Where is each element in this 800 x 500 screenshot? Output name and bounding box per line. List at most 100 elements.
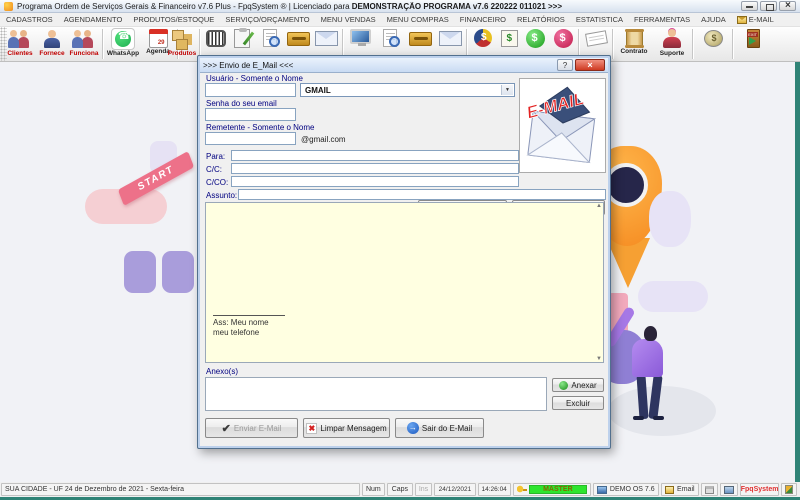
envelope-icon <box>315 31 338 46</box>
search-document-icon <box>263 29 277 47</box>
status-brand: FpqSystem <box>740 483 779 496</box>
decor-lavender-pill <box>638 281 708 312</box>
status-email[interactable]: Email <box>661 483 698 496</box>
status-user: MASTER <box>513 483 591 496</box>
toolbar-fornecedores[interactable]: Fornece <box>36 28 68 61</box>
contract-scroll-icon <box>626 29 643 48</box>
enviar-email-button[interactable]: ✔Enviar E-Mail <box>205 418 298 438</box>
menu-email[interactable]: E-MAIL <box>737 15 774 24</box>
toolbar-whatsapp[interactable]: WhatsApp <box>106 28 140 61</box>
scroll-up-icon[interactable]: ▲ <box>596 203 602 209</box>
status-location-text: SUA CIDADE - UF 24 de Dezembro de 2021 -… <box>5 486 184 493</box>
remetente-input[interactable] <box>205 132 296 145</box>
menu-financeiro[interactable]: FINANCEIRO <box>460 15 506 24</box>
decor-purple-rect <box>124 251 156 293</box>
anexar-button[interactable]: Anexar <box>552 378 604 392</box>
usuario-label: Usuário - Somente o Nome <box>206 74 303 83</box>
scroll-down-icon[interactable]: ▼ <box>596 356 602 362</box>
toolbar-separator <box>612 29 613 59</box>
check-icon: ✔ <box>222 422 231 435</box>
decor-person-head <box>644 326 657 341</box>
status-date: 24/12/2021 <box>434 483 475 496</box>
menu-cadastros[interactable]: CADASTROS <box>6 15 53 24</box>
monitor-icon <box>350 29 371 44</box>
status-num: Num <box>362 483 386 496</box>
drawer-icon <box>409 32 432 46</box>
status-user-badge: MASTER <box>529 485 587 494</box>
status-version: DEMO OS 7.6 <box>593 483 659 496</box>
menu-estatistica[interactable]: ESTATISTICA <box>576 15 623 24</box>
menu-ferramentas[interactable]: FERRAMENTAS <box>634 15 690 24</box>
status-bar: SUA CIDADE - UF 24 de Dezembro de 2021 -… <box>0 482 800 497</box>
minimize-button[interactable] <box>741 1 758 11</box>
message-scrollbar[interactable]: ▲ ▼ <box>591 203 603 362</box>
dialog-close-button[interactable]: × <box>575 59 605 71</box>
dialog-help-button[interactable]: ? <box>557 59 573 71</box>
support-person-icon <box>659 28 685 50</box>
cco-label: C/CO: <box>206 178 228 187</box>
senha-input[interactable] <box>205 108 296 121</box>
menu-bar: CADASTROS AGENDAMENTO PRODUTOS/ESTOQUE S… <box>0 13 800 27</box>
menu-relatorios[interactable]: RELATÓRIOS <box>517 15 565 24</box>
window-title-bold: DEMONSTRAÇÃO PROGRAMA v7.6 220222 011021… <box>352 2 562 11</box>
email-envelope-illustration: E-MAIL <box>520 79 605 172</box>
anexar-label: Anexar <box>571 381 596 390</box>
gmail-suffix: @gmail.com <box>301 135 346 144</box>
assunto-input[interactable] <box>238 189 606 200</box>
menu-vendas[interactable]: MENU VENDAS <box>321 15 376 24</box>
message-textarea[interactable]: Ass: Meu nome meu telefone ▲ ▼ <box>205 202 604 363</box>
toolbar-separator <box>732 29 733 59</box>
toolbar-suporte[interactable]: Suporte <box>654 28 690 61</box>
money-pie-icon <box>474 29 492 47</box>
toolbar-fornece-label: Fornece <box>36 50 68 57</box>
enviar-label: Enviar E-Mail <box>234 424 282 433</box>
email-graphic-panel: E-MAIL <box>519 78 606 173</box>
cco-input[interactable] <box>231 176 519 187</box>
signature-line1: Ass: Meu nome <box>213 318 285 328</box>
status-printer[interactable] <box>701 483 719 496</box>
window-titlebar: Programa Ordem de Serviços Gerais & Fina… <box>0 0 800 13</box>
menu-email-label: E-MAIL <box>749 15 774 24</box>
clipboard-edit-icon <box>234 29 250 48</box>
maximize-button[interactable] <box>760 1 777 11</box>
sair-email-button[interactable]: →Sair do E-Mail <box>395 418 484 438</box>
coin-icon <box>704 30 723 47</box>
toolbar-contrato[interactable]: Contrato <box>616 28 652 61</box>
toolbar-sair[interactable] <box>736 28 770 61</box>
toolbar-moedas[interactable] <box>696 28 730 61</box>
toolbar-separator <box>102 29 103 59</box>
email-dialog: >>> Envio de E_Mail <<< ? × Usuário - So… <box>197 55 611 449</box>
status-ins-text: Ins <box>419 486 428 493</box>
menu-agendamento[interactable]: AGENDAMENTO <box>64 15 123 24</box>
limpar-mensagem-button[interactable]: ✖Limpar Mensagem <box>303 418 390 438</box>
excluir-button[interactable]: Excluir <box>552 396 604 410</box>
search-document-icon <box>383 29 397 47</box>
menu-produtos-estoque[interactable]: PRODUTOS/ESTOQUE <box>133 15 214 24</box>
menu-ajuda[interactable]: AJUDA <box>701 15 726 24</box>
email-dialog-body: Usuário - Somente o Nome GMAIL ▼ E-MAIL <box>200 73 608 446</box>
usuario-input[interactable] <box>205 83 296 97</box>
exit-door-icon <box>747 29 760 48</box>
anexos-listbox[interactable] <box>205 377 547 411</box>
close-button[interactable] <box>779 1 796 11</box>
provider-combobox[interactable]: GMAIL ▼ <box>300 83 515 97</box>
remetente-label: Remetente - Somente o Nome <box>206 123 315 132</box>
cc-input[interactable] <box>231 163 519 174</box>
toolbar-produtos[interactable]: Produtos <box>166 28 198 61</box>
status-location-date: SUA CIDADE - UF 24 de Dezembro de 2021 -… <box>1 483 360 496</box>
red-x-icon: ✖ <box>306 423 317 434</box>
para-input[interactable] <box>231 150 519 161</box>
toolbar-clientes[interactable]: Clientes <box>4 28 36 61</box>
toolbar-contrato-label: Contrato <box>616 48 652 55</box>
barcode-icon <box>206 30 226 47</box>
toolbar-funcionarios[interactable]: Funciona <box>68 28 100 61</box>
decor-person-leg <box>636 375 648 420</box>
signature-divider <box>213 315 285 316</box>
menu-servico-orcamento[interactable]: SERVIÇO/ORÇAMENTO <box>225 15 309 24</box>
cc-label: C/C: <box>206 165 222 174</box>
menu-compras[interactable]: MENU COMPRAS <box>387 15 449 24</box>
chevron-down-icon[interactable]: ▼ <box>501 85 513 95</box>
email-dialog-titlebar[interactable]: >>> Envio de E_Mail <<< ? × <box>200 58 608 73</box>
email-dialog-title: >>> Envio de E_Mail <<< <box>203 61 293 70</box>
status-monitor[interactable] <box>720 483 738 496</box>
